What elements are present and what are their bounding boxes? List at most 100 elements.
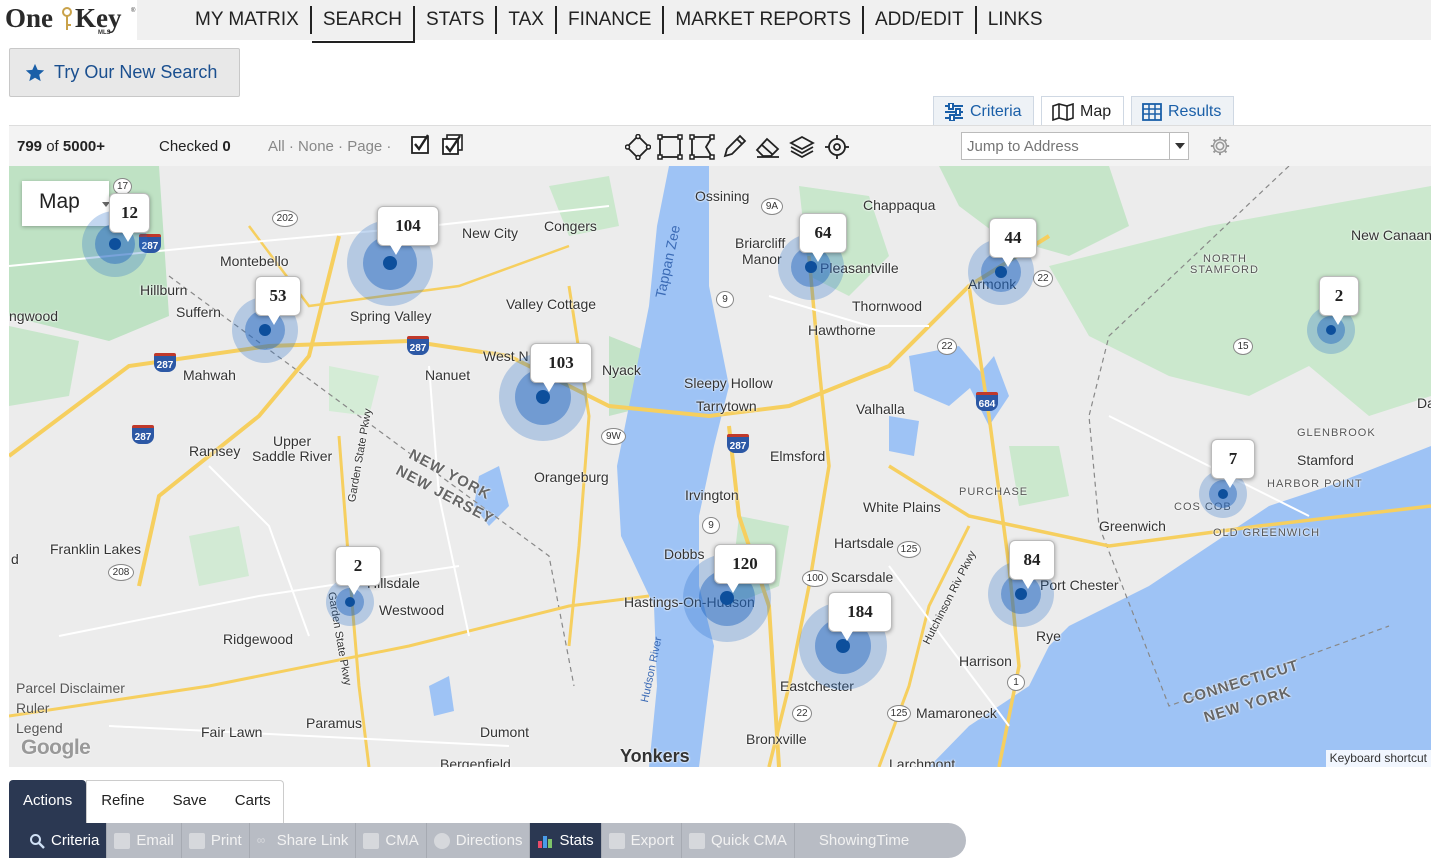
route-shield: 15 — [1233, 338, 1253, 355]
map-icon — [1052, 102, 1074, 121]
place-label: Chappaqua — [863, 197, 936, 213]
tab-criteria-label: Criteria — [970, 102, 1022, 120]
action-share-link-label: Share Link — [276, 832, 349, 849]
place-label: Rye — [1036, 628, 1061, 644]
select-page-link[interactable]: Page — [347, 138, 382, 155]
place-label: Thornwood — [852, 298, 923, 314]
place-label: Bronxville — [746, 731, 807, 747]
cluster-count-bubble: 104 — [377, 206, 439, 255]
action-showingtime-label: ShowingTime — [818, 832, 910, 849]
ruler-link[interactable]: Ruler — [16, 698, 125, 718]
checked-label: Checked — [159, 138, 219, 155]
action-criteria-button[interactable]: Criteria — [9, 823, 108, 858]
action-email-button[interactable]: Email — [107, 823, 182, 858]
tab-map[interactable]: Map — [1041, 96, 1124, 126]
onekey-logo[interactable]: One Key MLS ® — [0, 0, 137, 40]
select-all-link[interactable]: All — [268, 138, 285, 155]
layers-icon[interactable] — [789, 134, 815, 160]
action-share-link-button[interactable]: ∞ Share Link — [250, 823, 357, 858]
place-label: Fair Lawn — [201, 724, 263, 740]
locate-icon[interactable] — [824, 134, 850, 160]
tab-criteria[interactable]: Criteria — [933, 96, 1034, 126]
tab-actions[interactable]: Actions — [9, 780, 87, 823]
jump-dropdown-button[interactable] — [1169, 132, 1189, 160]
keyboard-shortcuts-link[interactable]: Keyboard shortcut — [1325, 750, 1431, 767]
grid-icon — [1142, 102, 1162, 121]
quick-cma-icon — [689, 832, 705, 849]
nav-links[interactable]: LINKS — [977, 6, 1054, 34]
action-stats-button[interactable]: Stats — [530, 823, 602, 858]
place-label: Stamford — [1297, 452, 1354, 468]
tab-results[interactable]: Results — [1131, 96, 1234, 126]
cluster-count-bubble: 184 — [828, 592, 892, 641]
map-toolbar: 799 of 5000+ Checked 0 All · None · Page… — [9, 125, 1431, 166]
cluster-dot — [536, 390, 550, 404]
route-shield: 125 — [897, 541, 921, 558]
action-print-button[interactable]: Print — [182, 823, 250, 858]
place-label: Ossining — [695, 188, 750, 204]
rectangle-icon[interactable] — [657, 134, 683, 160]
action-showingtime-button[interactable]: ShowingTime — [795, 823, 916, 858]
place-label: Harrison — [959, 653, 1012, 669]
tab-refine[interactable]: Refine — [86, 780, 159, 823]
bar-chart-icon — [538, 835, 553, 848]
action-export-button[interactable]: Export — [602, 823, 682, 858]
interstate-shield: 287 — [154, 353, 176, 372]
nav-market-reports[interactable]: MARKET REPORTS — [664, 6, 864, 34]
place-label: Tarrytown — [696, 398, 757, 414]
cluster-count-bubble: 2 — [335, 546, 381, 595]
map-canvas[interactable]: Ossining Chappaqua New City Congers Bria… — [9, 166, 1431, 767]
nav-finance[interactable]: FINANCE — [557, 6, 665, 34]
check-selected-icon[interactable] — [410, 133, 432, 157]
tab-carts[interactable]: Carts — [220, 780, 284, 823]
cluster-count-bubble: 103 — [530, 343, 592, 392]
route-shield: 208 — [108, 564, 134, 581]
search-icon — [30, 833, 45, 849]
logo-tm: ® — [131, 8, 136, 14]
place-label: Hartsdale — [834, 535, 894, 551]
logo-one: One — [5, 3, 54, 33]
place-label: STAMFORD — [1190, 264, 1259, 276]
pencil-icon[interactable] — [721, 134, 747, 160]
action-email-label: Email — [136, 832, 174, 849]
place-label: Upper — [273, 433, 312, 449]
place-label: d — [11, 551, 19, 567]
select-none-link[interactable]: None — [298, 138, 334, 155]
action-quick-cma-button[interactable]: Quick CMA — [682, 823, 795, 858]
action-quick-cma-label: Quick CMA — [711, 832, 787, 849]
place-label: Briarcliff — [735, 235, 786, 251]
result-count-value: 799 — [17, 138, 43, 155]
jump-to-address-input[interactable] — [961, 132, 1189, 160]
cluster-count-bubble: 64 — [799, 213, 847, 262]
parcel-disclaimer-link[interactable]: Parcel Disclaimer — [16, 678, 125, 698]
eraser-icon[interactable] — [755, 134, 781, 160]
directions-icon — [433, 832, 450, 849]
try-new-search-button[interactable]: Try Our New Search — [9, 48, 240, 97]
action-directions-button[interactable]: Directions — [427, 823, 531, 858]
cluster-count-bubble: 2 — [1319, 276, 1359, 325]
place-label: Saddle River — [252, 448, 333, 464]
place-label: Congers — [544, 218, 597, 234]
tab-results-label: Results — [1168, 102, 1222, 120]
place-label: Hillburn — [140, 282, 188, 298]
nav-stats[interactable]: STATS — [415, 6, 498, 34]
action-cma-button[interactable]: CMA — [356, 823, 427, 858]
route-shield: 9A — [761, 198, 783, 215]
polygon-icon[interactable] — [625, 134, 651, 160]
action-criteria-label: Criteria — [51, 832, 100, 849]
nav-my-matrix[interactable]: MY MATRIX — [184, 6, 312, 34]
nav-search[interactable]: SEARCH — [311, 6, 415, 43]
route-shield: 22 — [1033, 270, 1053, 287]
nav-add-edit[interactable]: ADD/EDIT — [864, 6, 977, 34]
sliders-icon — [945, 102, 963, 121]
place-label: Valhalla — [856, 401, 905, 417]
legend-link[interactable]: Legend — [16, 718, 125, 738]
gear-icon[interactable] — [1209, 135, 1231, 157]
freeform-icon[interactable] — [689, 134, 715, 160]
place-label: Mahwah — [183, 367, 236, 383]
route-shield: 22 — [792, 705, 812, 722]
cluster-dot — [383, 256, 397, 270]
check-all-icon[interactable] — [441, 133, 467, 157]
tab-save[interactable]: Save — [158, 780, 221, 823]
nav-tax[interactable]: TAX — [497, 6, 557, 34]
